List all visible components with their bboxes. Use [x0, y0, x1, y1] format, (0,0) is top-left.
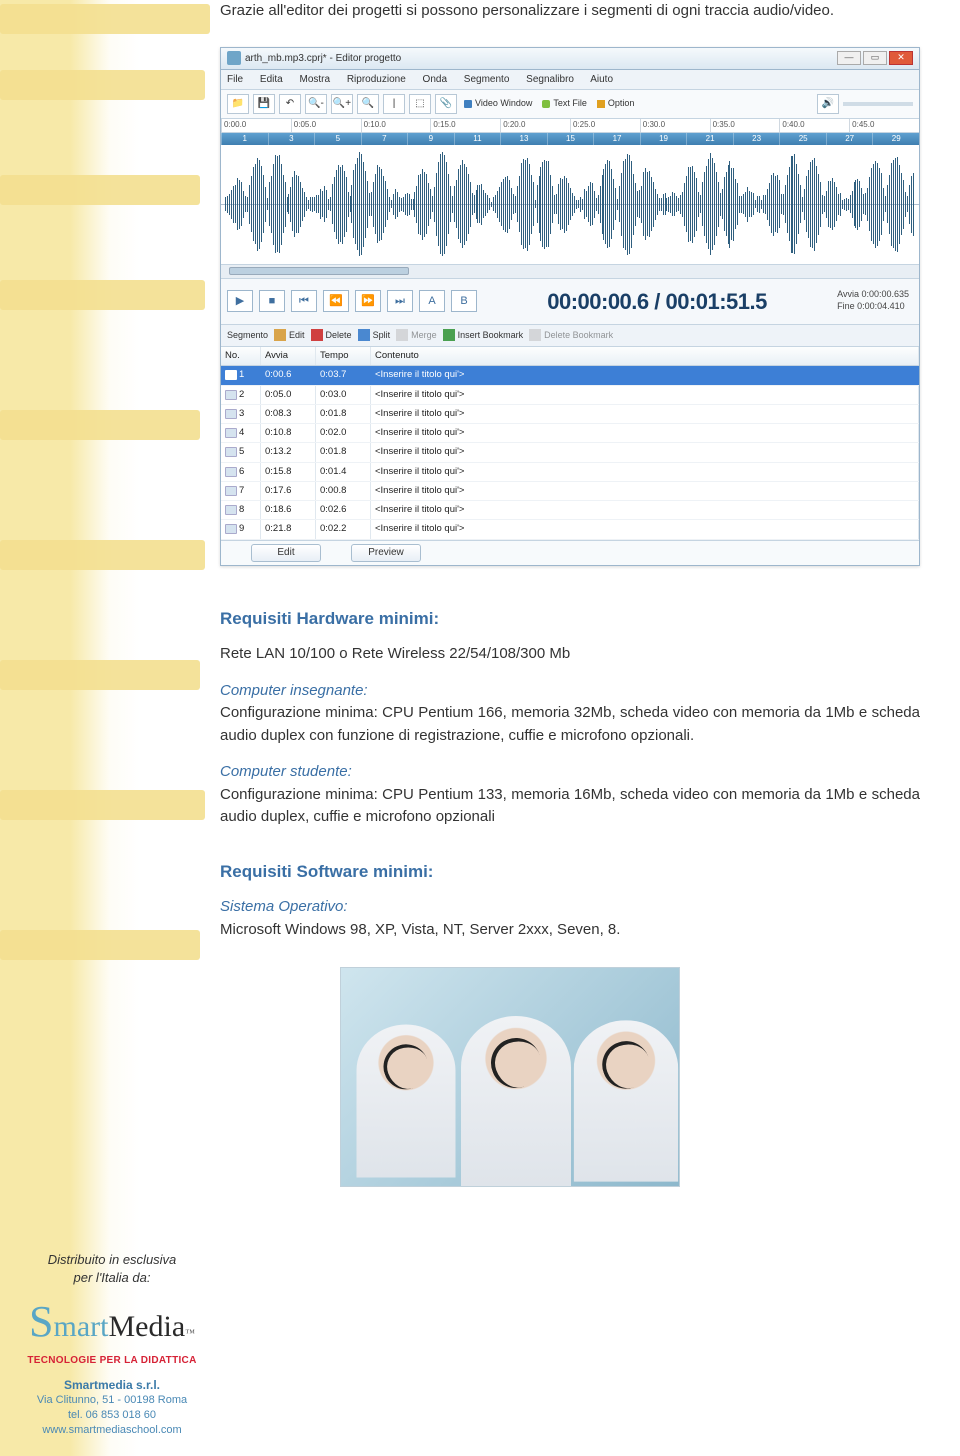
preview-button[interactable]: Preview: [351, 544, 421, 562]
segment-ruler: 135 7911 131517 192123 252729: [221, 133, 919, 145]
edit-button[interactable]: Edit: [251, 544, 321, 562]
smartmedia-logo-small: S mart Media ™: [14, 1292, 210, 1351]
next-button[interactable]: ⏭: [387, 290, 413, 312]
col-tempo: Tempo: [316, 347, 371, 365]
bottom-toolbar: Edit Preview: [221, 540, 919, 565]
delete-bookmark-button[interactable]: Delete Bookmark: [529, 329, 613, 343]
col-no: No.: [221, 347, 261, 365]
toolbar-button[interactable]: 📁: [227, 94, 249, 114]
toolbar-button[interactable]: ↶: [279, 94, 301, 114]
footer-website: www.smartmediaschool.com: [14, 1423, 210, 1438]
toolbar-button[interactable]: 🔍-: [305, 94, 327, 114]
segment-toolbar: Segmento Edit Delete Split Merge Insert …: [221, 325, 919, 348]
os-body: Microsoft Windows 98, XP, Vista, NT, Ser…: [220, 919, 920, 942]
editor-screenshot: arth_mb.mp3.cprj* - Editor progetto — ▭ …: [220, 47, 920, 566]
footer-distributor: Distribuito in esclusiva per l'Italia da…: [14, 1251, 210, 1438]
menu-item[interactable]: Segmento: [464, 74, 510, 85]
waveform-scrollbar[interactable]: [221, 265, 919, 279]
toolbar: 📁 💾 ↶ 🔍- 🔍+ 🔍 | ⬚ 📎 Video Window Text Fi…: [221, 90, 919, 119]
teacher-body: Configurazione minima: CPU Pentium 166, …: [220, 702, 920, 747]
prev-button[interactable]: ⏮: [291, 290, 317, 312]
student-body: Configurazione minima: CPU Pentium 133, …: [220, 784, 920, 829]
teacher-head: Computer insegnante:: [220, 680, 920, 703]
stop-button[interactable]: ■: [259, 290, 285, 312]
window-titlebar: arth_mb.mp3.cprj* - Editor progetto — ▭ …: [221, 48, 919, 70]
time-display: 00:00:00.6 / 00:01:51.5: [483, 285, 831, 318]
ab-b-button[interactable]: B: [451, 290, 477, 312]
table-row[interactable]: 70:17.60:00.8<Inserire il titolo qui'>: [221, 482, 919, 501]
split-segment-button[interactable]: Split: [358, 329, 391, 343]
menu-item[interactable]: Riproduzione: [347, 74, 406, 85]
video-window-button[interactable]: Video Window: [461, 97, 535, 111]
student-head: Computer studente:: [220, 761, 920, 784]
toolbar-button[interactable]: ⬚: [409, 94, 431, 114]
table-row[interactable]: 40:10.80:02.0<Inserire il titolo qui'>: [221, 424, 919, 443]
table-row[interactable]: 10:00.60:03.7<Inserire il titolo qui'>: [221, 366, 919, 385]
table-row[interactable]: 80:18.60:02.6<Inserire il titolo qui'>: [221, 501, 919, 520]
play-button[interactable]: ▶: [227, 290, 253, 312]
hardware-network: Rete LAN 10/100 o Rete Wireless 22/54/10…: [220, 643, 920, 666]
intro-text: Grazie all'editor dei progetti si posson…: [220, 0, 920, 23]
forward-button[interactable]: ⏩: [355, 290, 381, 312]
segment-table-header: No. Avvia Tempo Contenuto: [221, 347, 919, 366]
menu-item[interactable]: Segnalibro: [526, 74, 574, 85]
col-avvia: Avvia: [261, 347, 316, 365]
volume-icon[interactable]: 🔊: [817, 94, 839, 114]
table-row[interactable]: 60:15.80:01.4<Inserire il titolo qui'>: [221, 463, 919, 482]
menubar: File Edita Mostra Riproduzione Onda Segm…: [221, 70, 919, 90]
minimize-button[interactable]: —: [837, 51, 861, 65]
transport-bar: ▶ ■ ⏮ ⏪ ⏩ ⏭ A B 00:00:00.6 / 00:01:51.5 …: [221, 279, 919, 325]
menu-item[interactable]: Edita: [260, 74, 283, 85]
delete-segment-button[interactable]: Delete: [311, 329, 352, 343]
footer-company: Smartmedia s.r.l.: [14, 1377, 210, 1393]
app-icon: [227, 51, 241, 65]
table-row[interactable]: 30:08.30:01.8<Inserire il titolo qui'>: [221, 405, 919, 424]
toolbar-button[interactable]: 📎: [435, 94, 457, 114]
footer-tel: tel. 06 853 018 60: [14, 1408, 210, 1423]
text-file-button[interactable]: Text File: [539, 97, 590, 111]
ab-a-button[interactable]: A: [419, 290, 445, 312]
window-title: arth_mb.mp3.cprj* - Editor progetto: [245, 51, 837, 66]
footer-address: Via Clitunno, 51 - 00198 Roma: [14, 1393, 210, 1408]
menu-item[interactable]: Onda: [423, 74, 447, 85]
software-title: Requisiti Software minimi:: [220, 859, 920, 885]
toolbar-button[interactable]: |: [383, 94, 405, 114]
decorative-left-rail: S mart Media ™: [0, 0, 200, 1456]
segment-label: Segmento: [227, 329, 268, 343]
hardware-title: Requisiti Hardware minimi:: [220, 606, 920, 632]
table-row[interactable]: 50:13.20:01.8<Inserire il titolo qui'>: [221, 443, 919, 462]
table-row[interactable]: 90:21.80:02.2<Inserire il titolo qui'>: [221, 520, 919, 539]
table-row[interactable]: 20:05.00:03.0<Inserire il titolo qui'>: [221, 386, 919, 405]
toolbar-button[interactable]: 🔍+: [331, 94, 353, 114]
toolbar-button[interactable]: 🔍: [357, 94, 379, 114]
time-info: Avvia 0:00:00.635 Fine 0:00:04.410: [837, 289, 913, 312]
smartmedia-logo-vertical: S mart Media ™: [28, 60, 178, 780]
waveform-display[interactable]: [221, 145, 919, 265]
edit-segment-button[interactable]: Edit: [274, 329, 305, 343]
menu-item[interactable]: Aiuto: [590, 74, 613, 85]
close-button[interactable]: ✕: [889, 51, 913, 65]
menu-item[interactable]: Mostra: [299, 74, 330, 85]
os-head: Sistema Operativo:: [220, 896, 920, 919]
option-button[interactable]: Option: [594, 97, 638, 111]
rewind-button[interactable]: ⏪: [323, 290, 349, 312]
maximize-button[interactable]: ▭: [863, 51, 887, 65]
insert-bookmark-button[interactable]: Insert Bookmark: [443, 329, 524, 343]
footer-tagline: TECNOLOGIE PER LA DIDATTICA: [14, 1354, 210, 1368]
col-contenuto: Contenuto: [371, 347, 919, 365]
merge-segment-button[interactable]: Merge: [396, 329, 437, 343]
menu-item[interactable]: File: [227, 74, 243, 85]
classroom-photo: [340, 967, 680, 1187]
time-ruler: 0:00.00:05.00:10.0 0:15.00:20.00:25.0 0:…: [221, 119, 919, 133]
toolbar-button[interactable]: 💾: [253, 94, 275, 114]
